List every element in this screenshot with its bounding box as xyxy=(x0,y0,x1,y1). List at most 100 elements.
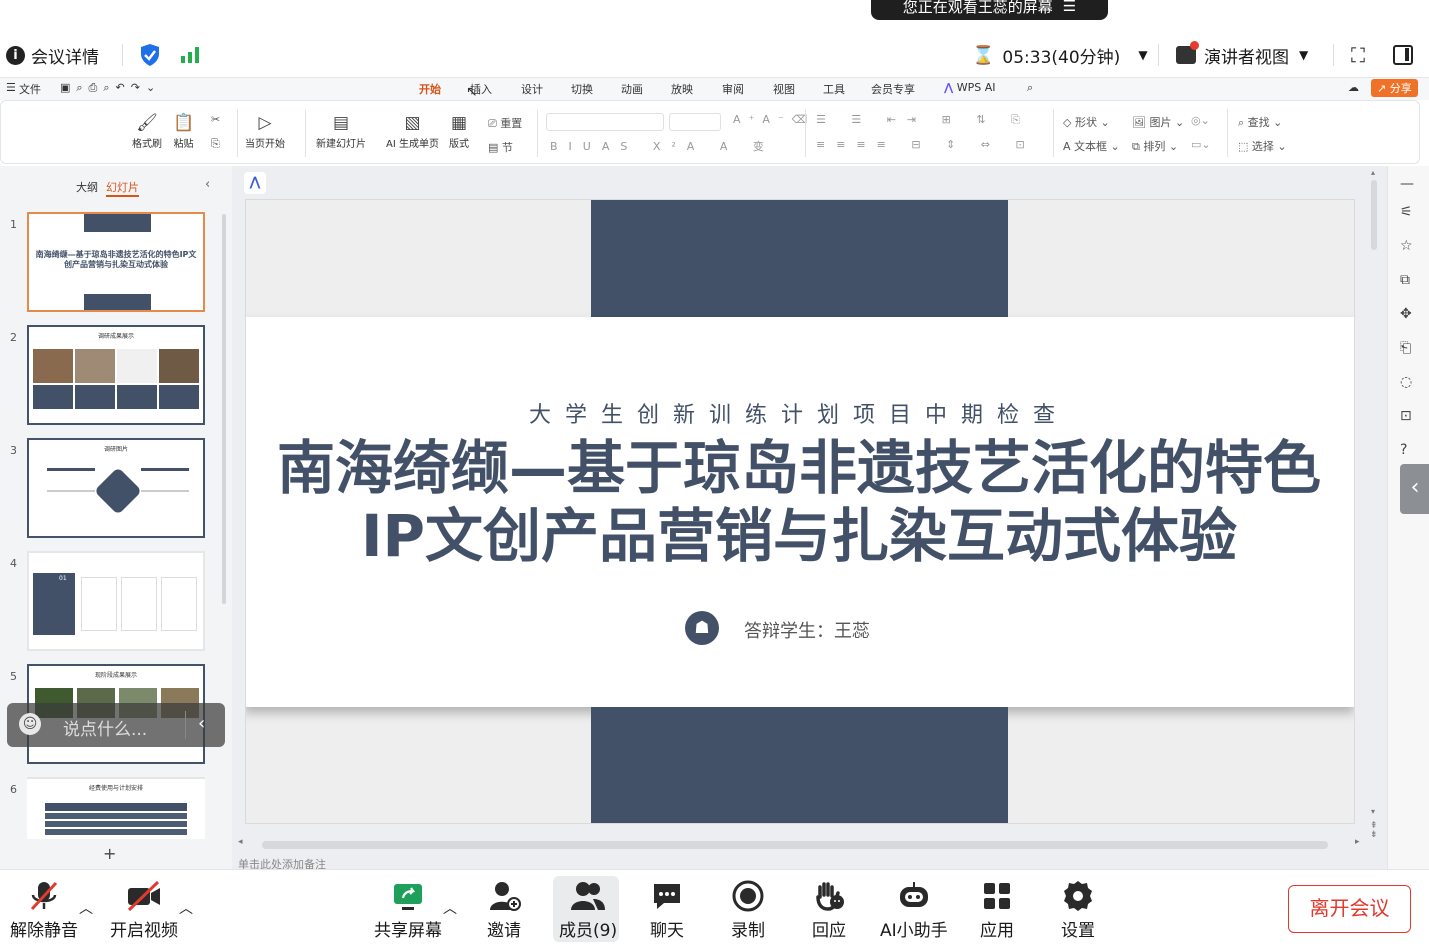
textbox-button[interactable]: A 文本框 ⌄ xyxy=(1063,138,1120,154)
tab-home[interactable]: 开始 xyxy=(419,81,441,102)
timer[interactable]: ⌛ 05:33(40分钟) ▼ xyxy=(972,32,1148,78)
arrange-button[interactable]: ⧉ 排列 ⌄ xyxy=(1132,138,1178,154)
cloud-sync-icon[interactable]: ☁ xyxy=(1348,81,1359,94)
ai-floating-icon[interactable]: ⋀ xyxy=(244,172,266,194)
transform-icon[interactable]: ⎗ xyxy=(1400,340,1411,356)
scroll-down-icon[interactable]: ▾ xyxy=(1371,807,1375,816)
fullscreen-icon[interactable]: ⛶ xyxy=(1351,32,1365,78)
tab-slides[interactable]: 幻灯片 xyxy=(106,179,139,197)
leave-meeting-button[interactable]: 离开会议 xyxy=(1288,885,1411,933)
animation-icon[interactable]: ◌ xyxy=(1400,374,1412,390)
paste-button[interactable]: 📋 粘贴 xyxy=(173,113,194,150)
ai-assistant-button[interactable]: AI小助手 xyxy=(880,876,948,941)
slide-thumbnail-3[interactable]: 调研图片 xyxy=(27,438,205,538)
hamburger-icon[interactable]: ☰ xyxy=(6,81,16,94)
slide-thumbnail-4[interactable]: 01 xyxy=(27,551,205,651)
reactions-button[interactable]: 回应 xyxy=(812,876,846,941)
apps-button[interactable]: 应用 xyxy=(980,876,1014,941)
settings-button[interactable]: 设置 xyxy=(1061,876,1095,941)
layout-button[interactable]: ▦ 版式 xyxy=(449,113,469,150)
chevron-left-icon[interactable]: ‹ xyxy=(1400,464,1429,514)
paragraph-tools-bottom[interactable]: ≡≡≡≡ ⊟ ⇕ ⇔ ⊡ xyxy=(816,138,1036,151)
slide-thumbnail-2[interactable]: 调研成果展示 xyxy=(27,325,205,425)
scroll-up-icon[interactable]: ▴ xyxy=(1371,168,1375,177)
record-button[interactable]: 录制 xyxy=(731,876,765,941)
list-icon[interactable]: ☰ xyxy=(1063,0,1076,15)
search-icon[interactable]: ⌕ xyxy=(1027,81,1033,95)
page-nav-icon[interactable]: ⇞ ⇟ xyxy=(1370,822,1378,840)
share-button[interactable]: ↗ 分享 xyxy=(1371,79,1418,97)
paragraph-tools-top[interactable]: ☰ ☰ ⇤⇥ ⊞ ⇅ ⎘ xyxy=(816,113,1031,127)
minimize-icon[interactable]: — xyxy=(1400,176,1414,192)
signal-icon[interactable] xyxy=(180,32,202,78)
vertical-scrollbar[interactable] xyxy=(1371,180,1377,250)
tab-outline[interactable]: 大纲 xyxy=(76,179,98,195)
slide-thumbnail-6[interactable]: 经费使用与计划安排 xyxy=(27,777,205,839)
meeting-details-button[interactable]: i 会议详情 xyxy=(6,32,99,78)
ai-page-button[interactable]: ▧ AI 生成单页 xyxy=(386,113,439,150)
file-menu[interactable]: 文件 xyxy=(19,81,41,97)
current-slide[interactable]: 大学生创新训练计划项目中期检查 南海绮缬—基于琼岛非遗技艺活化的特色 IP文创产… xyxy=(246,200,1354,823)
reset-button[interactable]: ⎚ 重置 xyxy=(488,115,522,131)
tab-tools[interactable]: 工具 xyxy=(823,81,845,97)
thumbnail-scrollbar[interactable] xyxy=(222,214,226,604)
emoji-icon[interactable]: ☺ xyxy=(19,713,41,735)
horizontal-scrollbar[interactable] xyxy=(262,841,1328,849)
book-icon[interactable]: ⊡ xyxy=(1400,408,1412,424)
tab-view[interactable]: 视图 xyxy=(773,81,795,97)
share-screen-button[interactable]: 共享屏幕 xyxy=(374,876,442,941)
members-button[interactable]: 成员(9) xyxy=(559,876,617,941)
format-painter-button[interactable]: 🖌 格式刷 xyxy=(132,113,162,150)
fill-icon[interactable]: ◎⌄ xyxy=(1191,114,1210,127)
tools-icon[interactable]: ✥ xyxy=(1400,306,1412,322)
cut-icon[interactable]: ✂ xyxy=(211,113,220,126)
picture-button[interactable]: 🖼 图片 ⌄ xyxy=(1132,114,1184,130)
from-current-button[interactable]: ▷ 当页开始 xyxy=(245,113,285,150)
sidebar-toggle-icon[interactable] xyxy=(1393,32,1413,78)
tab-wps-ai[interactable]: ⋀ WPS AI xyxy=(944,81,996,94)
collapse-panel-icon[interactable]: ‹ xyxy=(205,177,210,192)
slide-thumbnail-1[interactable]: 南海绮缬—基于琼岛非遗技艺活化的特色IP文创产品营销与扎染互动式体验 xyxy=(27,212,205,312)
scroll-right-icon[interactable]: ▸ xyxy=(1355,837,1360,847)
section-button[interactable]: ▤ 节 xyxy=(488,139,513,155)
chevron-up-icon[interactable]: ︿ xyxy=(443,898,457,918)
unmute-button[interactable]: 解除静音 xyxy=(10,876,78,941)
help-icon[interactable]: ? xyxy=(1400,442,1407,458)
chat-overlay[interactable]: ☺ 说点什么... ‹ xyxy=(7,703,225,747)
font-size-select[interactable] xyxy=(669,113,721,131)
presenter-view-button[interactable]: 演讲者视图 ▼ xyxy=(1176,32,1308,78)
find-button[interactable]: ⌕ 查找 ⌄ xyxy=(1238,114,1282,130)
slide-presenter: 答辩学生：王蕊 xyxy=(744,621,870,642)
mic-off-icon xyxy=(27,876,61,916)
tab-slideshow[interactable]: 放映 xyxy=(671,81,693,97)
invite-button[interactable]: 邀请 xyxy=(487,876,521,941)
chat-input[interactable]: 说点什么... xyxy=(63,715,147,740)
font-style-tools[interactable]: BIUAS X²A A 变 xyxy=(550,138,775,154)
start-video-button[interactable]: 开启视频 xyxy=(110,876,178,941)
chevron-left-icon[interactable]: ‹ xyxy=(198,713,205,734)
new-slide-button[interactable]: ▤ 新建幻灯片 xyxy=(316,113,366,150)
font-size-tools[interactable]: A⁺A⁻⌫ xyxy=(733,113,815,126)
quick-access-icons[interactable]: ▣⌕⎙⌕↶↷⌄ xyxy=(60,81,161,95)
select-button[interactable]: ⬚ 选择 ⌄ xyxy=(1238,138,1287,154)
tab-transition[interactable]: 切换 xyxy=(571,81,593,97)
properties-icon[interactable]: ⚟ xyxy=(1400,204,1413,220)
shield-icon[interactable] xyxy=(139,32,161,78)
chevron-up-icon[interactable]: ︿ xyxy=(179,898,193,918)
tab-animation[interactable]: 动画 xyxy=(621,81,643,97)
star-icon[interactable]: ☆ xyxy=(1400,238,1413,254)
tab-review[interactable]: 审阅 xyxy=(722,81,744,97)
font-family-select[interactable] xyxy=(546,113,664,131)
outline-icon[interactable]: ▭⌄ xyxy=(1191,138,1211,151)
add-slide-button[interactable]: + xyxy=(103,844,116,863)
members-label: 成员(9) xyxy=(559,921,618,941)
chat-button[interactable]: 聊天 xyxy=(650,876,684,941)
shape-button[interactable]: ◇ 形状 ⌄ xyxy=(1063,114,1110,130)
chevron-up-icon[interactable]: ︿ xyxy=(79,898,93,918)
tab-design[interactable]: 设计 xyxy=(521,81,543,97)
ai-page-icon: ▧ xyxy=(404,113,421,133)
copy-style-icon[interactable]: ⧉ xyxy=(1400,272,1410,288)
copy-icon[interactable]: ⎘ xyxy=(211,137,220,151)
tab-member[interactable]: 会员专享 xyxy=(871,81,915,97)
scroll-left-icon[interactable]: ◂ xyxy=(238,837,243,847)
